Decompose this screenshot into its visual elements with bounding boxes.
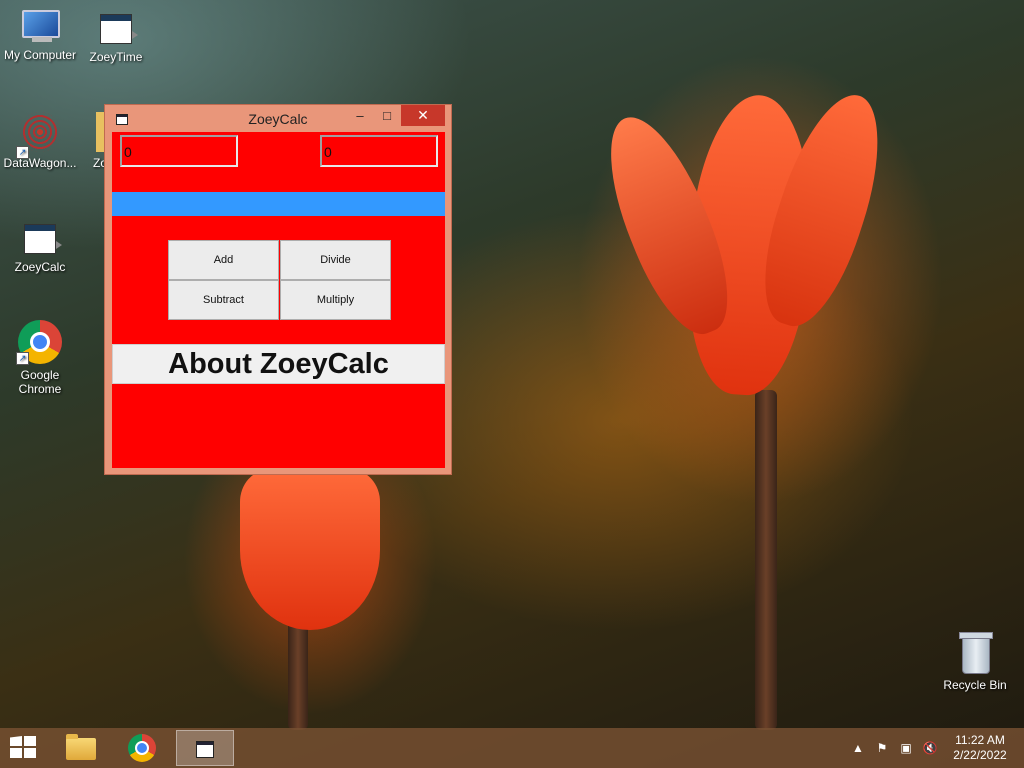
desktop-icon-my-computer[interactable]: My Computer: [0, 10, 80, 62]
desktop-icon-label: DataWagon...: [3, 156, 77, 170]
result-bar: [112, 192, 445, 216]
minimize-button[interactable]: –: [351, 105, 369, 126]
first-number-input[interactable]: [120, 135, 238, 167]
zoeycalc-window: ZoeyCalc – □ ✕ Add Divide Subtract Multi…: [104, 104, 452, 475]
desktop-icon-label: My Computer: [3, 48, 77, 62]
desktop-icon-label: ZoeyCalc: [14, 260, 66, 274]
desktop-icon-zoeycalc[interactable]: ZoeyCalc: [0, 224, 80, 274]
desktop-icon-datawagon[interactable]: ↗ DataWagon...: [0, 112, 80, 170]
taskbar: ▲ ⚑ ▣ 🔇 11:22 AM 2/22/2022: [0, 728, 1024, 768]
desktop-icon-label: Recycle Bin: [943, 678, 1007, 692]
multiply-button[interactable]: Multiply: [280, 280, 391, 320]
application-icon: [100, 14, 138, 44]
desktop-icon-label: Google Chrome: [18, 368, 62, 396]
volume-muted-icon[interactable]: 🔇: [922, 740, 938, 756]
desktop-icon-partial[interactable]: Zo: [76, 112, 104, 170]
add-button[interactable]: Add: [168, 240, 279, 280]
taskbar-chrome[interactable]: [116, 730, 172, 766]
start-button[interactable]: [10, 736, 38, 760]
taskbar-file-explorer[interactable]: [52, 730, 108, 766]
folder-icon: [66, 734, 96, 760]
folder-icon: [96, 112, 104, 152]
computer-icon: [20, 10, 60, 44]
window-title: ZoeyCalc: [248, 111, 308, 127]
desktop-icon-recycle-bin[interactable]: Recycle Bin: [935, 632, 1015, 692]
about-button[interactable]: About ZoeyCalc: [112, 344, 445, 384]
operation-buttons: Add Divide Subtract Multiply: [168, 240, 392, 321]
client-area: Add Divide Subtract Multiply About ZoeyC…: [112, 132, 445, 468]
divide-button[interactable]: Divide: [280, 240, 391, 280]
shortcut-arrow-icon: ↗: [16, 352, 29, 365]
subtract-button[interactable]: Subtract: [168, 280, 279, 320]
taskbar-zoeycalc[interactable]: [176, 730, 234, 766]
desktop-icon-google-chrome[interactable]: ↗ Google Chrome: [0, 320, 80, 396]
shortcut-arrow-icon: ↗: [16, 146, 29, 159]
desktop-icon-label: ZoeyTime: [89, 50, 143, 64]
recycle-bin-icon: [959, 632, 993, 674]
clock-time: 11:22 AM: [955, 733, 1005, 747]
clock[interactable]: 11:22 AM 2/22/2022: [944, 733, 1016, 763]
application-icon: [196, 741, 214, 758]
clock-date: 2/22/2022: [953, 748, 1007, 762]
network-icon[interactable]: ▣: [898, 740, 914, 756]
action-center-flag-icon[interactable]: ⚑: [874, 740, 890, 756]
application-icon: [24, 224, 62, 254]
desktop-icon-label: Zo: [93, 156, 104, 170]
show-hidden-icons-icon[interactable]: ▲: [850, 740, 866, 756]
chrome-icon: [128, 734, 156, 762]
title-bar[interactable]: ZoeyCalc – □ ✕: [105, 105, 451, 132]
desktop-icon-zoeytime[interactable]: ZoeyTime: [76, 14, 156, 64]
maximize-button[interactable]: □: [378, 105, 396, 126]
close-button[interactable]: ✕: [401, 105, 445, 126]
second-number-input[interactable]: [320, 135, 438, 167]
